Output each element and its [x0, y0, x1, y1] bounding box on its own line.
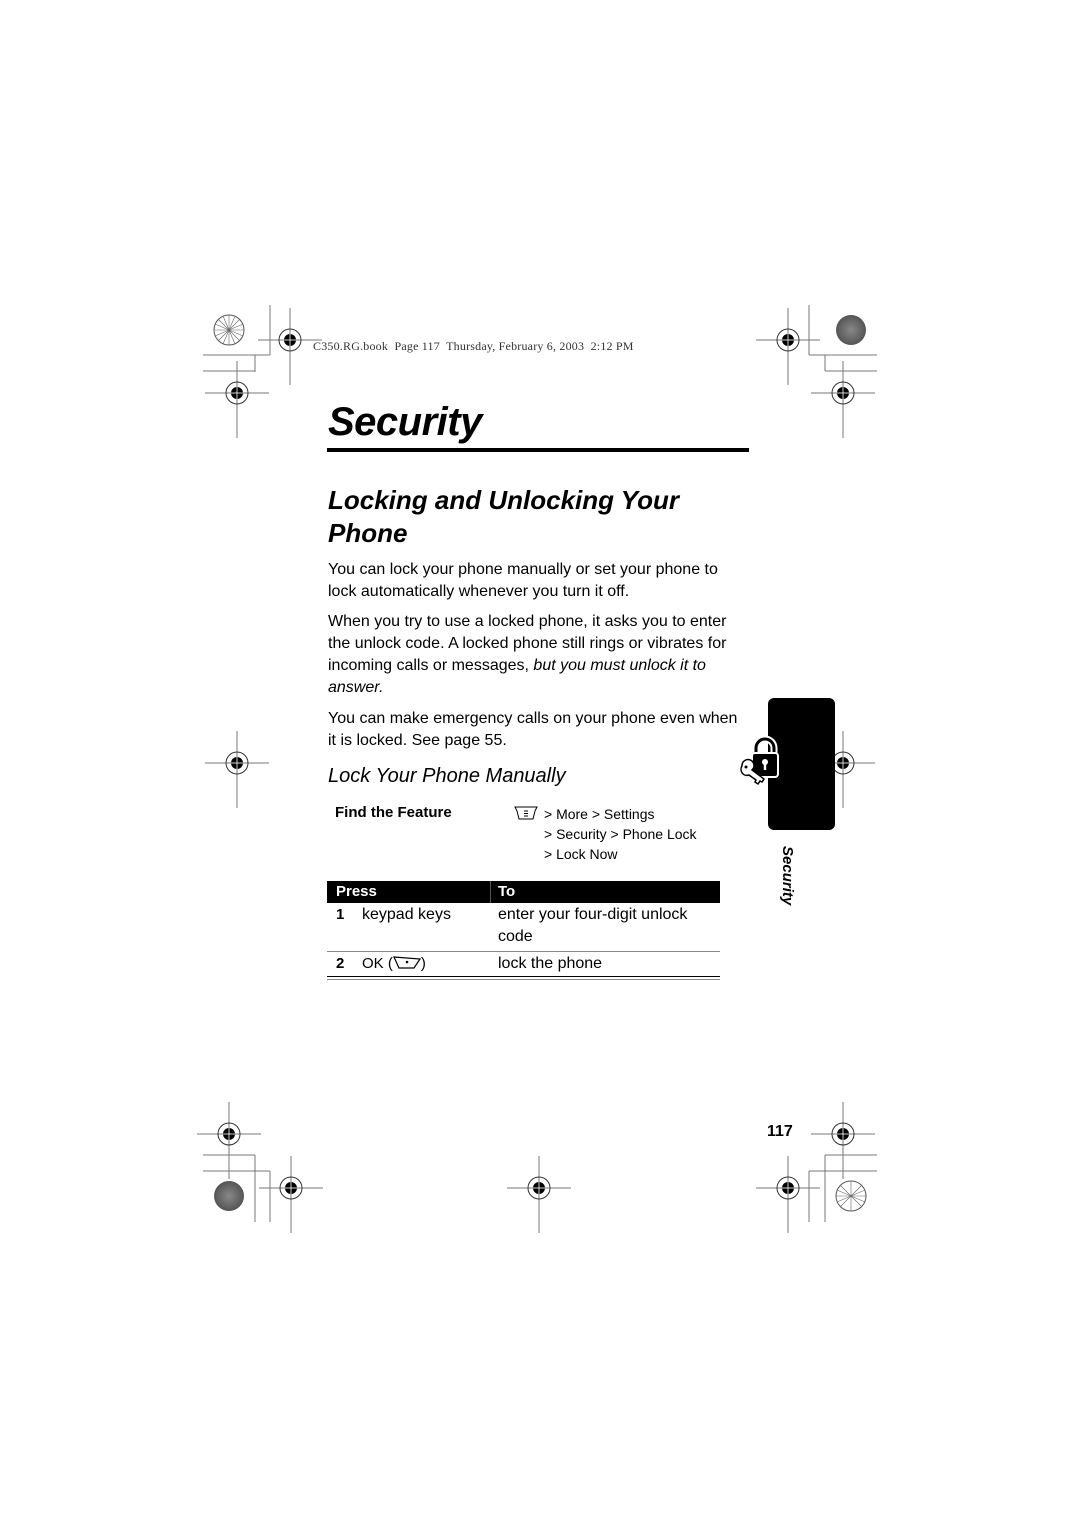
menu-key-icon	[514, 806, 538, 820]
row-press: OK ()	[362, 955, 426, 972]
header-press: Press	[336, 883, 377, 900]
side-tab-label: Security	[779, 846, 796, 906]
table-header: Press To	[327, 881, 720, 903]
row-number: 1	[336, 906, 345, 923]
paragraph-1: You can lock your phone manually or set …	[328, 561, 718, 600]
page-number: 117	[767, 1123, 793, 1140]
lock-and-key-icon	[740, 736, 779, 786]
find-feature-label: Find the Feature	[335, 804, 452, 821]
row-to: enter your four-digit unlock code	[498, 906, 688, 945]
row-to: lock the phone	[498, 955, 603, 972]
feature-path-line-1: > More > Settings	[544, 806, 655, 822]
paragraph-3: You can make emergency calls on your pho…	[328, 710, 738, 749]
subsection-title: Lock Your Phone Manually	[328, 765, 566, 787]
feature-path-line-2: > Security > Phone Lock	[544, 826, 697, 842]
print-header: C350.RG.book Page 117 Thursday, February…	[313, 339, 634, 353]
paragraph-2: When you try to use a locked phone, it a…	[328, 613, 727, 696]
crop-marks	[196, 305, 877, 1234]
table-bottom-rule	[327, 976, 720, 977]
header-to: To	[498, 883, 516, 900]
header-separator	[490, 881, 491, 903]
row-number: 2	[336, 955, 345, 972]
feature-path-line-3: > Lock Now	[544, 846, 618, 862]
row-divider	[327, 951, 720, 952]
table-bottom-rule-2	[327, 979, 720, 980]
title-rule	[327, 448, 749, 452]
section-title: Locking and Unlocking Your Phone	[328, 485, 680, 548]
row-press: keypad keys	[362, 906, 451, 923]
softkey-icon	[392, 956, 421, 969]
chapter-title: Security	[328, 400, 482, 444]
